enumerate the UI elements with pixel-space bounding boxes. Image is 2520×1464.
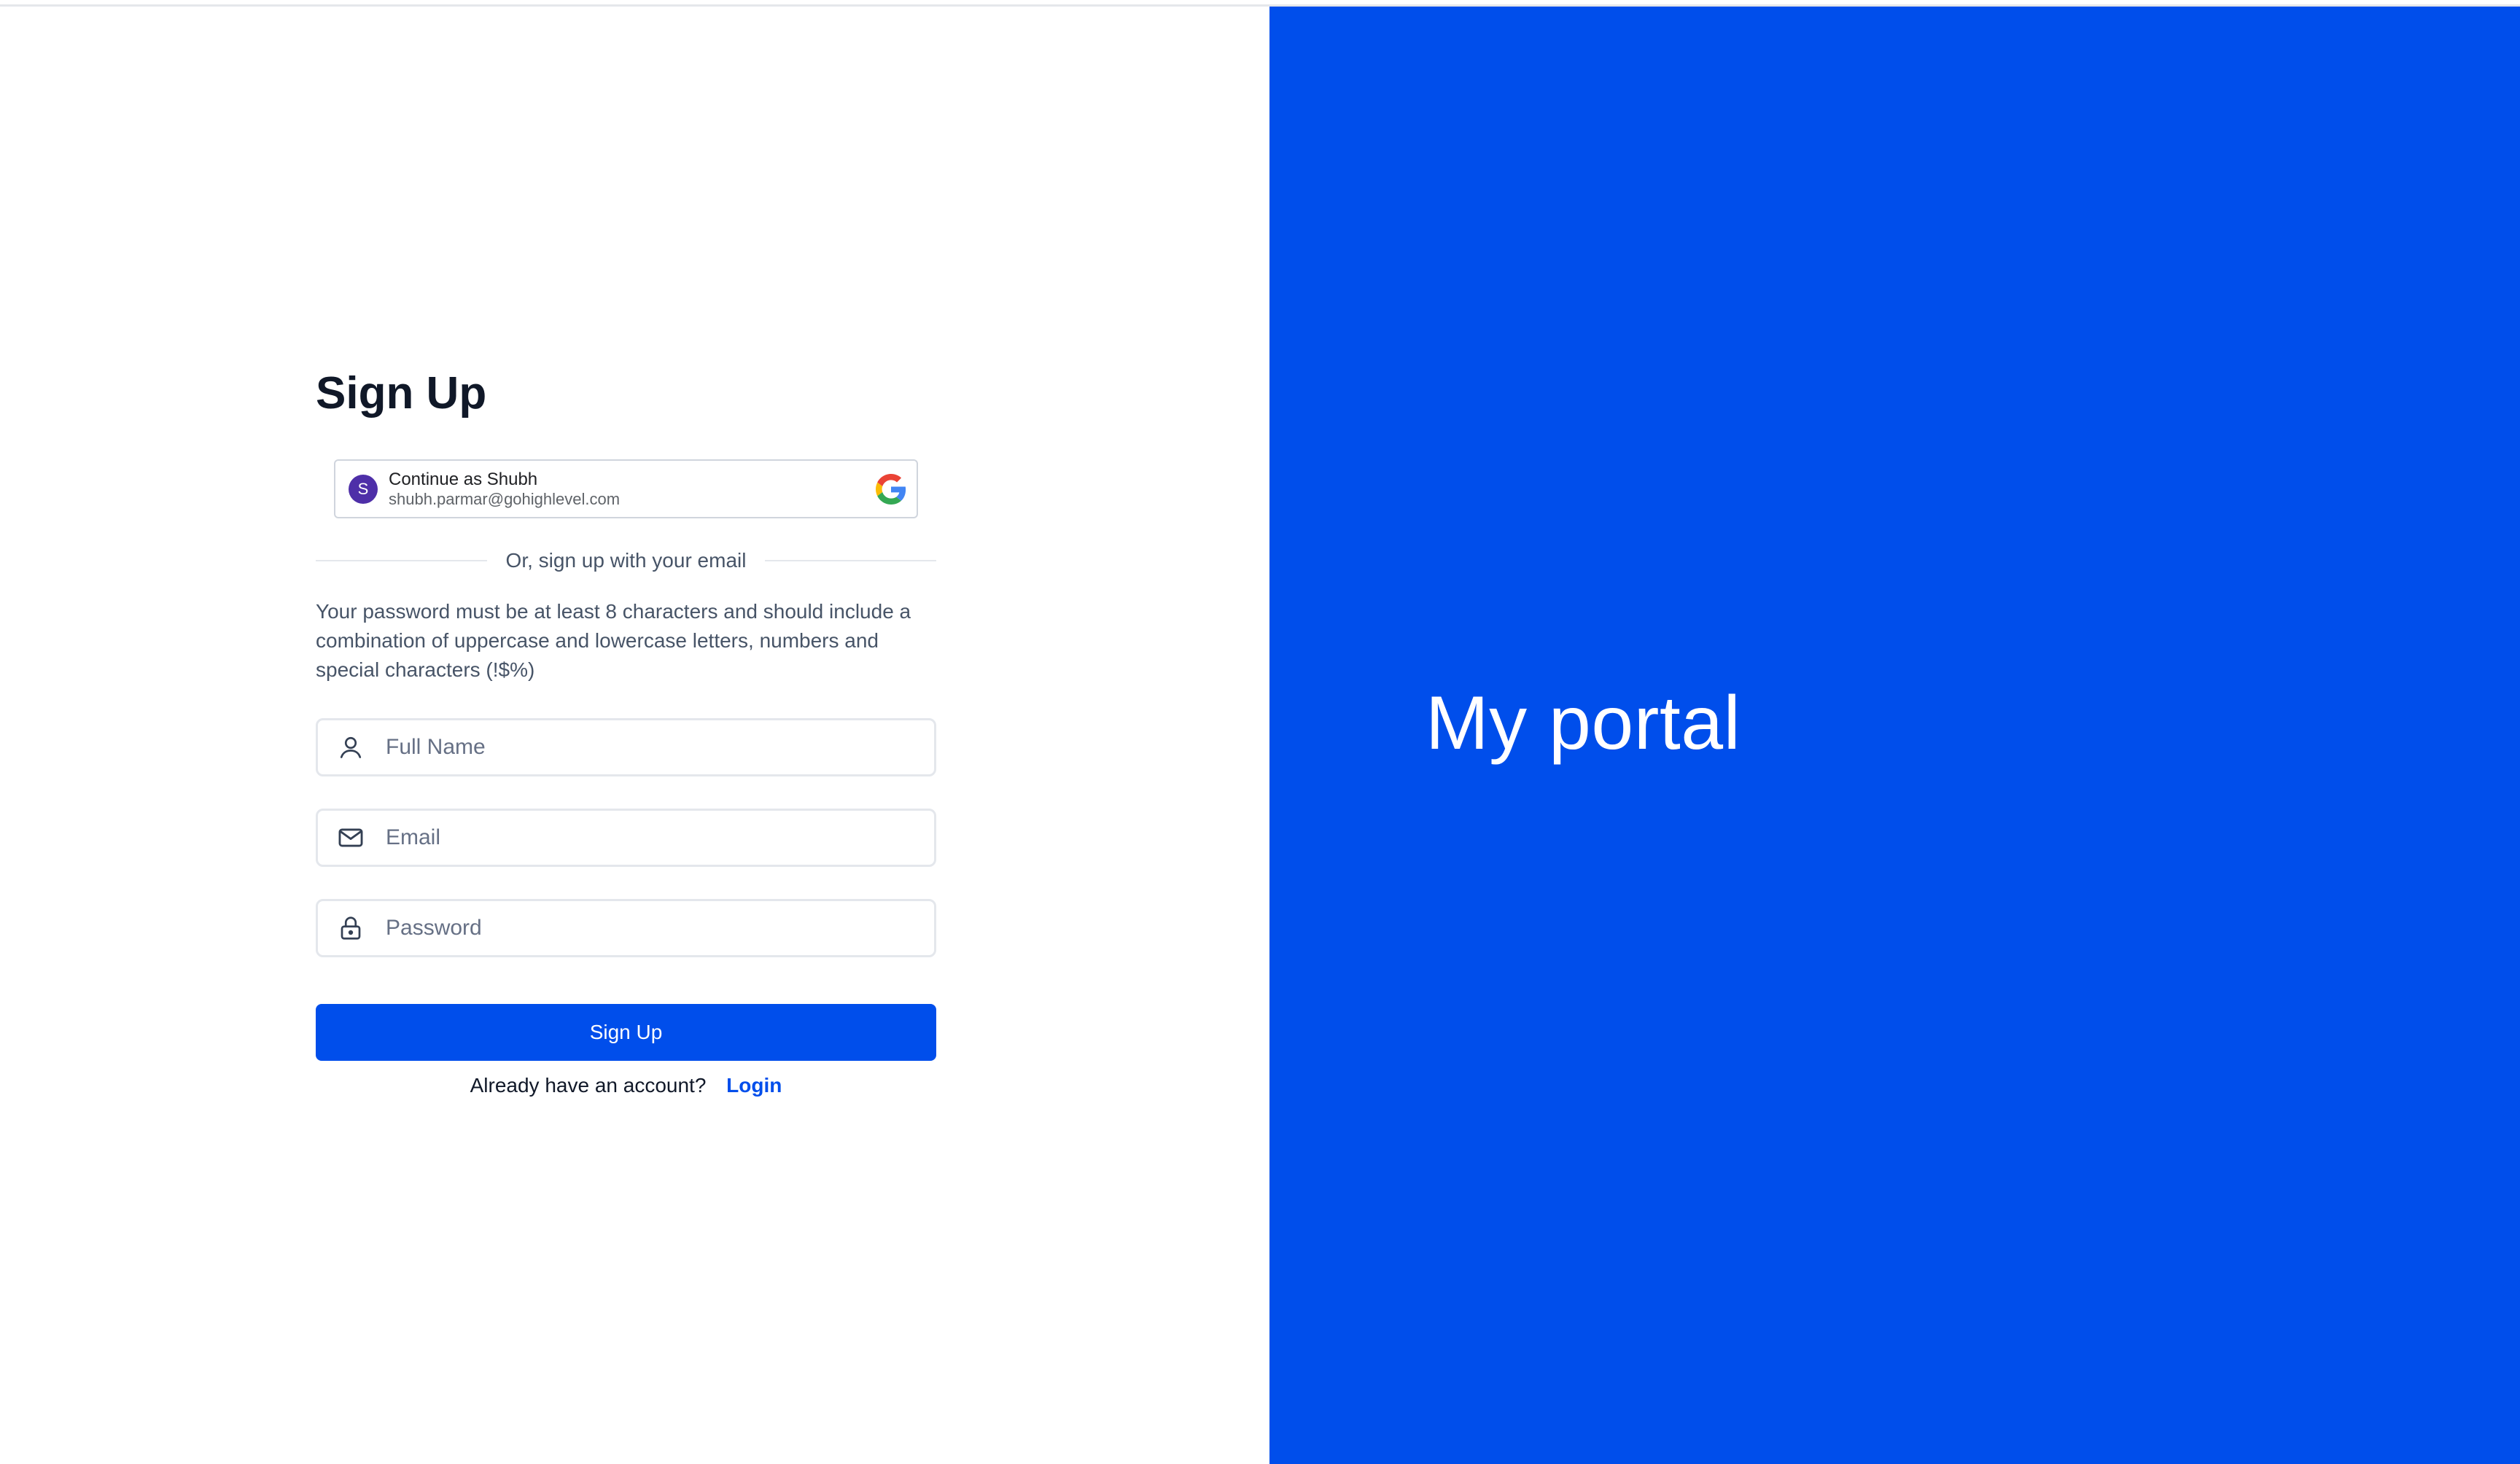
google-account-email: shubh.parmar@gohighlevel.com bbox=[389, 489, 621, 508]
user-icon bbox=[336, 733, 365, 762]
email-field[interactable] bbox=[316, 809, 936, 867]
email-divider: Or, sign up with your email bbox=[316, 546, 937, 575]
brand-panel: My portal bbox=[1269, 7, 2520, 1464]
login-row: Already have an account? Login bbox=[316, 1074, 936, 1097]
divider-text: Or, sign up with your email bbox=[505, 549, 747, 572]
signup-form: Sign Up S Continue as Shubh shubh.parmar… bbox=[316, 364, 937, 1097]
google-continue-button[interactable]: S Continue as Shubh shubh.parmar@gohighl… bbox=[334, 459, 918, 518]
signup-panel: Sign Up S Continue as Shubh shubh.parmar… bbox=[0, 7, 1269, 1464]
password-requirements: Your password must be at least 8 charact… bbox=[316, 600, 911, 681]
email-input[interactable] bbox=[384, 825, 934, 851]
portal-heading: My portal bbox=[1426, 681, 1741, 766]
password-input[interactable] bbox=[384, 915, 934, 941]
google-icon bbox=[876, 474, 906, 505]
sign-up-button[interactable]: Sign Up bbox=[316, 1004, 936, 1061]
login-prompt: Already have an account? bbox=[470, 1074, 707, 1097]
google-account-label: Continue as Shubh bbox=[389, 469, 538, 489]
page-title: Sign Up bbox=[316, 368, 487, 418]
mail-icon bbox=[336, 823, 365, 852]
lock-icon bbox=[336, 914, 365, 943]
full-name-field[interactable] bbox=[316, 718, 936, 776]
full-name-input[interactable] bbox=[384, 734, 934, 760]
avatar: S bbox=[349, 474, 378, 504]
password-field[interactable] bbox=[316, 899, 936, 957]
login-link[interactable]: Login bbox=[726, 1074, 782, 1097]
top-border bbox=[0, 0, 2520, 7]
